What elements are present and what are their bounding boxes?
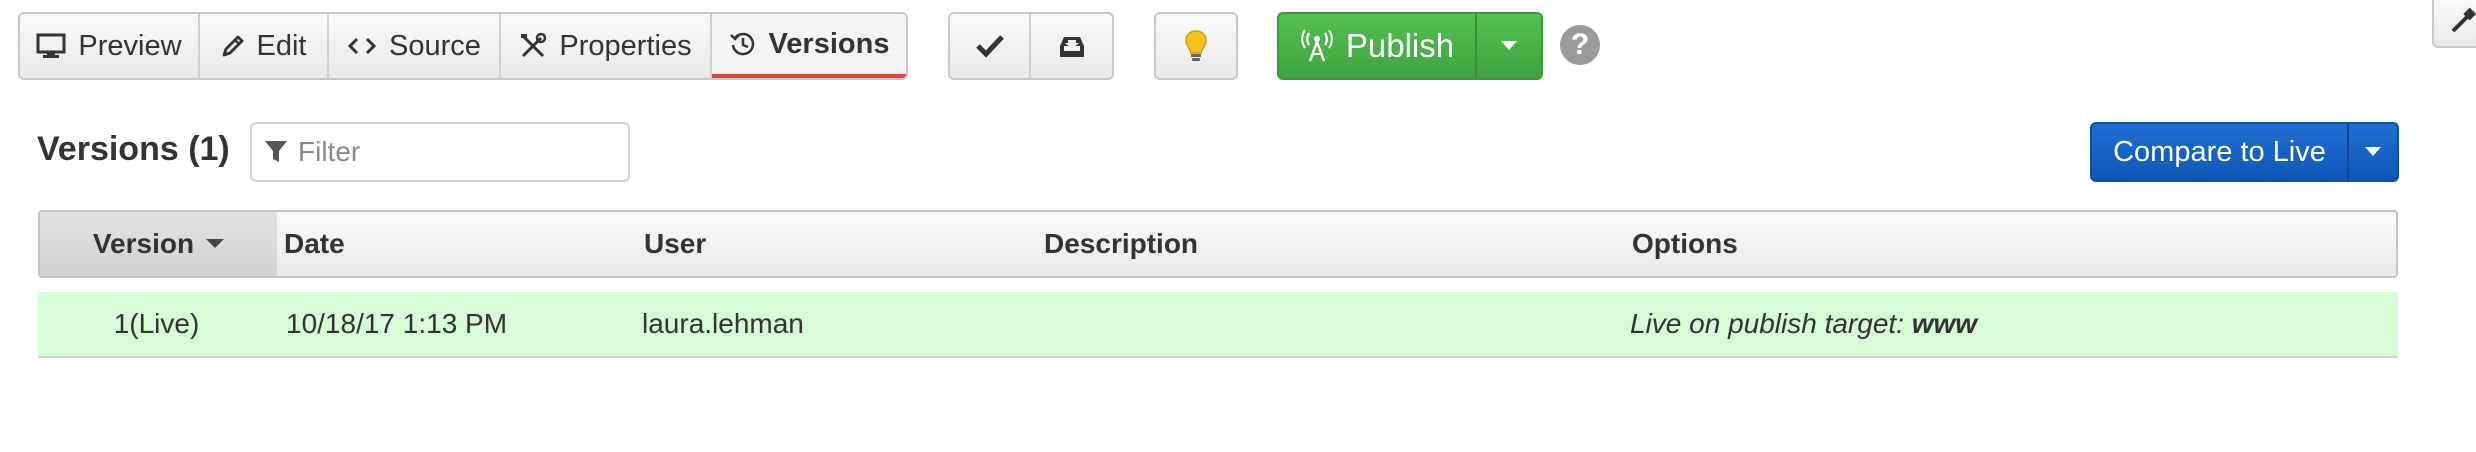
action-tools: [948, 12, 1114, 80]
tab-versions-label: Versions: [768, 27, 890, 60]
column-header-user-label: User: [644, 228, 707, 259]
column-header-date[interactable]: Date: [284, 212, 345, 276]
help-label: ?: [1570, 28, 1590, 61]
cell-options: Live on publish target: www: [1630, 292, 1977, 356]
help-icon[interactable]: ?: [1560, 25, 1600, 65]
compare-group: Compare to Live: [2090, 122, 2399, 182]
cell-version: 1(Live): [113, 308, 200, 339]
options-prefix: Live on publish target:: [1630, 308, 1912, 339]
tab-preview[interactable]: Preview: [20, 14, 200, 78]
archive-download-icon: [1059, 37, 1084, 57]
tip-group: [1154, 12, 1238, 80]
tab-properties[interactable]: Properties: [501, 14, 712, 78]
publish-dropdown-button[interactable]: [1477, 14, 1541, 78]
column-header-date-label: Date: [284, 228, 345, 259]
cell-date: 10/18/17 1:13 PM: [286, 308, 508, 339]
approve-button[interactable]: [950, 14, 1032, 78]
tips-button[interactable]: [1156, 14, 1236, 78]
table-row[interactable]: 1(Live) 10/18/17 1:13 PM laura.lehman Li…: [38, 292, 2398, 358]
compare-to-live-button[interactable]: Compare to Live: [2092, 124, 2349, 180]
publish-label: Publish: [1345, 27, 1455, 64]
code-icon: [347, 37, 377, 55]
column-header-version-label: Version: [92, 228, 195, 259]
column-header-description[interactable]: Description: [1044, 212, 1198, 276]
column-header-user[interactable]: User: [644, 212, 706, 276]
tab-edit[interactable]: Edit: [200, 14, 329, 78]
tab-source[interactable]: Source: [329, 14, 501, 78]
filter-field[interactable]: [250, 122, 630, 182]
archive-button[interactable]: [1031, 14, 1112, 78]
caret-down-icon: [1501, 41, 1517, 50]
broadcast-tower-icon: [1301, 30, 1333, 62]
lightbulb-icon: [1185, 30, 1207, 61]
eyedropper-icon: [2451, 7, 2476, 33]
page-title: Versions (1): [37, 130, 230, 168]
versions-table: Version Date User Description Options 1(…: [38, 210, 2398, 358]
view-tabs: Preview Edit Source Properties Versions: [18, 12, 908, 80]
column-header-options-label: Options: [1632, 228, 1738, 259]
filter-icon: [265, 141, 287, 162]
pencil-icon: [222, 35, 243, 57]
tab-properties-label: Properties: [559, 29, 692, 62]
checkmark-icon: [975, 35, 1004, 58]
options-target: www: [1911, 308, 1978, 339]
corner-tool-button[interactable]: [2432, 0, 2476, 48]
column-header-version[interactable]: Version: [40, 212, 277, 276]
column-header-description-label: Description: [1044, 228, 1199, 259]
compare-to-live-label: Compare to Live: [2113, 135, 2326, 168]
filter-input[interactable]: [296, 135, 596, 169]
tools-icon: [521, 32, 547, 58]
monitor-icon: [36, 33, 66, 58]
history-icon: [729, 32, 754, 56]
table-header: Version Date User Description Options: [38, 210, 2398, 278]
sort-desc-icon: [206, 239, 225, 248]
tab-source-label: Source: [389, 29, 481, 62]
publish-button[interactable]: Publish: [1279, 14, 1477, 78]
caret-down-icon: [2365, 147, 2381, 156]
tab-edit-label: Edit: [256, 29, 307, 62]
tab-preview-label: Preview: [78, 29, 182, 62]
cell-user: laura.lehman: [642, 308, 804, 339]
publish-group: Publish: [1277, 12, 1543, 80]
compare-dropdown-button[interactable]: [2349, 124, 2397, 180]
tab-versions[interactable]: Versions: [712, 14, 906, 78]
column-header-options[interactable]: Options: [1632, 212, 1738, 276]
